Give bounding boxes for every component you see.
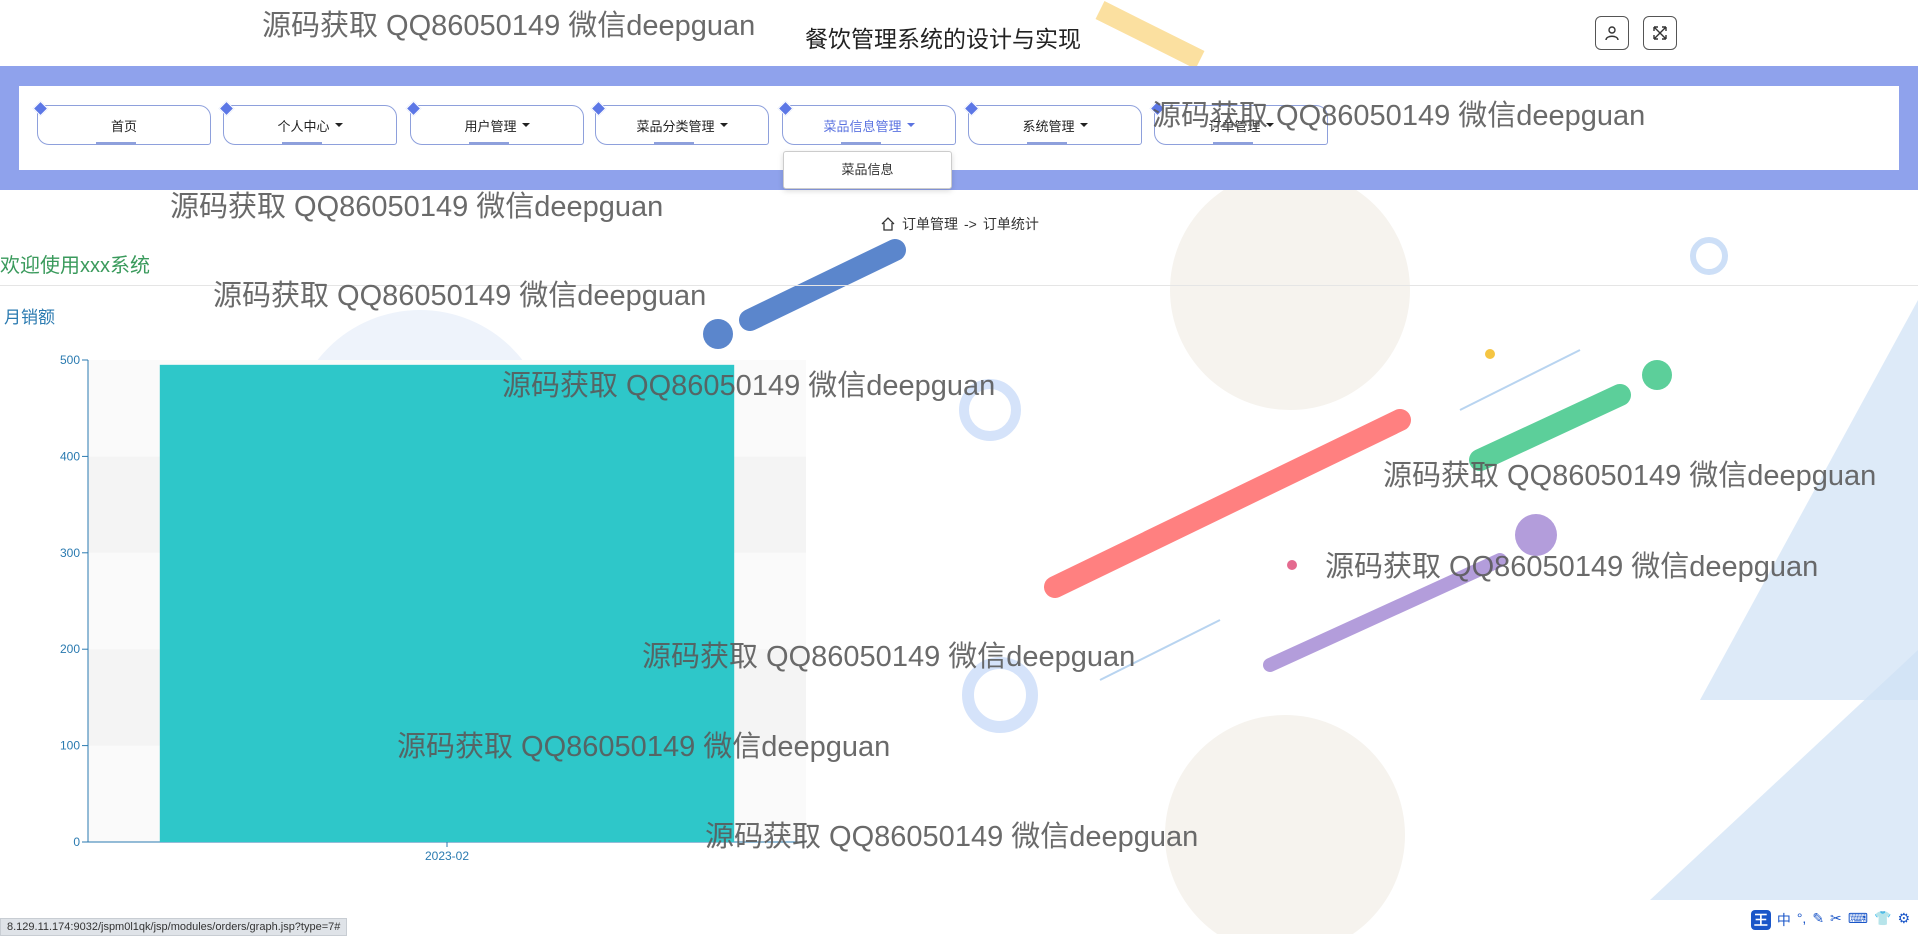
fullscreen-icon [1653,26,1667,40]
ime-icon[interactable]: 王 [1750,910,1771,930]
divider [0,285,1918,286]
fullscreen-button[interactable] [1643,16,1677,50]
nav-item-label: 菜品分类管理 [636,118,715,134]
nav-item-0[interactable]: 首页 [32,100,211,145]
nav-item-2[interactable]: 用户管理 [405,100,584,145]
x-tick-label: 2023-02 [425,849,469,863]
nav-underline [96,142,136,145]
chart-title: 月销额 [4,308,55,327]
nav-underline [1213,142,1253,145]
user-icon [1605,26,1619,41]
nav-item-label: 系统管理 [1022,118,1075,134]
breadcrumb-section[interactable]: 订单管理 [902,214,958,234]
tray-icon[interactable]: ✂ [1830,910,1842,930]
nav-item-1[interactable]: 个人中心 [218,100,397,145]
nav-underline [654,142,694,145]
y-tick-label: 100 [60,739,80,753]
caret-down-icon [1265,123,1274,127]
caret-down-icon [906,123,915,127]
dropdown-item-dish-info[interactable]: 菜品信息 [784,152,951,188]
top-header: 餐饮管理系统的设计与实现 [0,0,1918,66]
nav-item-label: 菜品信息管理 [823,118,902,134]
y-tick-label: 500 [60,353,80,367]
nav-item-label: 首页 [110,118,137,134]
sales-bar-chart: 0 100 200 300 400 500 2023-02 [60,353,806,863]
tray-icon[interactable]: ⚙ [1897,910,1910,930]
tray-icon[interactable]: ✎ [1812,910,1824,930]
user-button[interactable] [1595,16,1629,50]
tray-icon[interactable]: ⌨ [1848,910,1868,930]
nav-item-6[interactable]: 订单管理 [1149,100,1328,145]
tray-icon[interactable]: 中 [1777,910,1791,930]
bar-2023-02 [159,364,735,842]
nav-item-3[interactable]: 菜品分类管理 [590,100,769,145]
caret-down-icon [719,123,728,127]
watermark-text: 源码获取 QQ86050149 微信deepguan [213,280,707,312]
nav-item-label: 订单管理 [1208,118,1261,134]
nav-underline [469,142,509,145]
nav-item-label: 个人中心 [277,118,330,134]
nav-dropdown-menu: 菜品信息 [783,151,952,189]
watermark-text: 源码获取 QQ86050149 微信deepguan [1383,460,1877,492]
tray-icon[interactable]: 👕 [1874,910,1891,930]
caret-down-icon [1079,123,1088,127]
nav-item-5[interactable]: 系统管理 [963,100,1142,145]
status-bar-url: 8.129.11.174:9032/jspm0l1qk/jsp/modules/… [0,918,348,936]
breadcrumb-separator: -> [964,216,977,232]
nav-underline [282,142,322,145]
nav-item-4[interactable]: 菜品信息管理 [777,100,956,145]
y-tick-label: 200 [60,642,80,656]
nav-item-label: 用户管理 [464,118,517,134]
y-tick-label: 400 [60,449,80,463]
watermark-text: 源码获取 QQ86050149 微信deepguan [1325,551,1819,583]
y-tick-label: 300 [60,546,80,560]
caret-down-icon [521,123,530,127]
page-title: 餐饮管理系统的设计与实现 [805,26,1081,52]
system-tray: 王 中 °, ✎ ✂ ⌨ 👕 ⚙ [1750,910,1910,930]
y-tick-label: 0 [73,835,80,849]
caret-down-icon [334,123,343,127]
tray-icon[interactable]: °, [1797,910,1807,930]
home-icon[interactable] [880,216,896,232]
nav-underline [841,142,881,145]
breadcrumb-current: 订单统计 [982,216,1039,232]
breadcrumb: 订单管理 -> 订单统计 [880,214,1039,234]
welcome-text: 欢迎使用xxx系统 [0,255,150,277]
nav-underline [1027,142,1067,145]
